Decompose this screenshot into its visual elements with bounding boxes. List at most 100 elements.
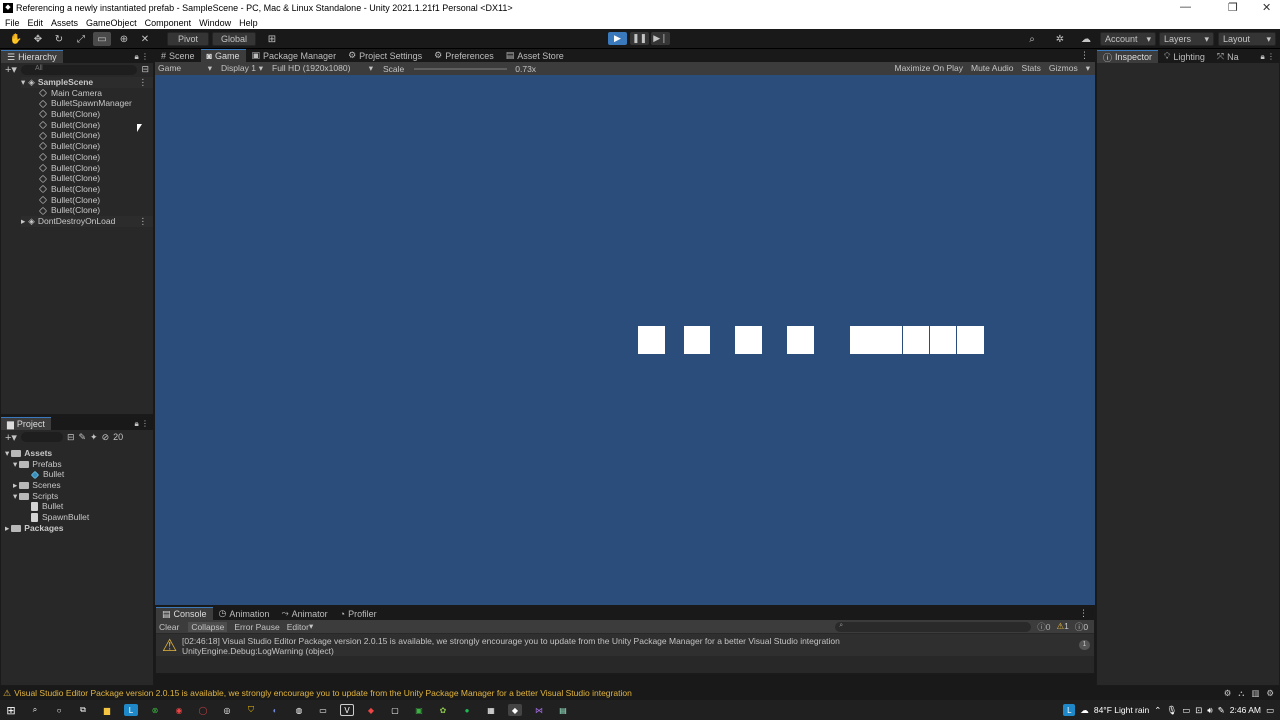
hierarchy-item[interactable]: Bullet(Clone) [38,120,153,131]
bullet-prefab[interactable]: Bullet [5,469,153,480]
transform-tool-icon[interactable]: ⊕ [115,32,133,46]
hierarchy-search-input[interactable]: All [20,64,138,75]
collapse-toggle[interactable]: Collapse [188,621,228,632]
steam-icon[interactable]: ◎ [220,704,234,716]
clock-time[interactable]: 2:46 AM [1230,705,1261,715]
expand-arrow-icon[interactable]: ▸ [21,216,25,227]
game-view[interactable] [155,75,1095,605]
pause-button[interactable]: ❚❚ [630,32,649,45]
network-icon[interactable]: ▭ [1182,705,1190,716]
microphone-icon[interactable]: 🎙︎ [1166,705,1177,716]
stats-toggle[interactable]: Stats [1022,63,1041,74]
expand-arrow-icon[interactable]: ▾ [13,459,17,470]
volume-icon[interactable]: 🔊︎ [1207,705,1212,716]
tab-project[interactable]: ▆ Project [1,417,51,430]
display-icon[interactable]: ⊡ [1195,705,1202,716]
notification-icon[interactable]: ▭ [1266,705,1274,716]
app-tray-icon[interactable]: L [1063,704,1076,716]
clear-button[interactable]: Clear [159,622,179,632]
filter-type-icon[interactable]: ⊟ [67,432,75,443]
spotify-icon[interactable]: ● [460,704,474,716]
app3-icon[interactable]: ▣ [412,704,426,716]
grid-snap-icon[interactable]: ⊞ [263,32,281,46]
bullet-script[interactable]: Bullet [5,501,153,512]
menu-assets[interactable]: Assets [51,18,78,28]
hierarchy-item[interactable]: Bullet(Clone) [38,141,153,152]
discord-icon[interactable]: ◐ [268,704,282,716]
shield-icon[interactable]: ⛉ [244,704,258,716]
error-pause-toggle[interactable]: Error Pause [234,622,279,632]
tab-scene[interactable]: # Scene [155,49,201,62]
hierarchy-item[interactable]: BulletSpawnManager [38,98,153,109]
cloud-icon[interactable]: ☁ [1077,32,1095,46]
maximize-icon[interactable]: ❐ [1228,1,1238,14]
chat-icon[interactable]: ▢ [388,704,402,716]
app-icon[interactable]: L [124,704,138,716]
warning-count-toggle[interactable]: ⚠1 [1057,621,1069,632]
weather-text[interactable]: 84°F Light rain [1094,705,1149,715]
unity-icon[interactable]: ◆ [508,704,522,716]
editor-dropdown[interactable]: Editor [287,622,309,632]
resolution-dropdown[interactable]: Full HD (1920x1080) ▾ [265,63,375,74]
chevron-down-icon[interactable]: ▾ [309,621,313,632]
tab-lighting[interactable]: 💡︎ Lighting [1158,50,1211,63]
chrome-icon[interactable]: ◉ [172,704,186,716]
tab-animation[interactable]: ◷ Animation [213,607,276,620]
lock-icon[interactable]: 🔒︎ ⋮ [135,52,153,62]
rotate-tool-icon[interactable]: ↻ [50,32,68,46]
star-icon[interactable]: ✦ [90,432,98,443]
tab-asset-store[interactable]: ▤ Asset Store [500,49,570,62]
progress-icon[interactable]: ▥ [1251,688,1259,699]
layers-dropdown[interactable]: Layers ▾ [1159,32,1214,46]
tab-package-manager[interactable]: ▣ Package Manager [246,49,343,62]
layout-dropdown[interactable]: Layout ▾ [1218,32,1276,46]
expand-arrow-icon[interactable]: ▸ [13,480,17,491]
expand-arrow-icon[interactable]: ▾ [21,77,25,88]
assets-folder[interactable]: ▾ Assets [5,448,153,459]
lock-icon[interactable]: 🔒︎ ⋮ [1261,52,1279,62]
more-icon[interactable]: ⋮ [139,216,154,227]
tab-inspector[interactable]: ⓘ Inspector [1097,50,1159,63]
notepad-icon[interactable]: ▤ [556,704,570,716]
visual-studio-icon[interactable]: ⋈ [532,704,546,716]
move-tool-icon[interactable]: ✥ [29,32,47,46]
prefabs-folder[interactable]: ▾ Prefabs [5,459,153,470]
hierarchy-item[interactable]: Bullet(Clone) [38,152,153,163]
tab-console[interactable]: ▤ Console [156,607,213,620]
status-message[interactable]: Visual Studio Editor Package version 2.0… [14,688,632,698]
menu-window[interactable]: Window [199,18,231,28]
bake-icon[interactable]: ⚙ [1266,688,1274,699]
mute-audio-toggle[interactable]: Mute Audio [971,63,1014,74]
tab-hierarchy[interactable]: ☰ Hierarchy [1,50,63,63]
pivot-button[interactable]: Pivot [167,32,209,46]
rect-tool-icon[interactable]: ▭ [93,32,111,46]
terminal-icon[interactable]: ▭ [316,704,330,716]
display-dropdown[interactable]: Display 1 ▾ [215,63,265,74]
cortana-icon[interactable]: ○ [52,704,66,716]
console-entry[interactable]: ⚠ [02:46:18] Visual Studio Editor Packag… [156,634,1094,656]
more-icon[interactable]: ⋮ [1079,608,1094,619]
menu-edit[interactable]: Edit [28,18,44,28]
play-button[interactable]: ▶ [608,32,627,45]
scene-row[interactable]: ▾ ◈ SampleScene ⋮ [21,77,153,88]
menu-help[interactable]: Help [239,18,258,28]
app5-icon[interactable]: ▦ [484,704,498,716]
filter-label-icon[interactable]: ✎ [79,432,87,443]
more-icon[interactable]: ⋮ [139,77,154,88]
more-icon[interactable]: ⋮ [1080,50,1095,61]
project-search-input[interactable] [20,432,63,442]
app2-icon[interactable]: ◆ [364,704,378,716]
hierarchy-item[interactable]: Bullet(Clone) [38,205,153,216]
scale-tool-icon[interactable]: ⤢ [72,32,90,46]
task-view-icon[interactable]: ⧉ [76,704,90,716]
tab-animator[interactable]: ⤳ Animator [275,607,333,620]
scenes-folder[interactable]: ▸ Scenes [5,480,153,491]
bug-icon[interactable]: ⚙ [1224,688,1232,699]
hand-tool-icon[interactable]: ✋ [7,32,25,46]
menu-gameobject[interactable]: GameObject [86,18,137,28]
obs-icon[interactable]: ◍ [292,704,306,716]
step-button[interactable]: ▶❘ [651,32,670,45]
dontdestroy-row[interactable]: ▸ ◈ DontDestroyOnLoad ⋮ [21,215,154,227]
custom-tool-icon[interactable]: ✕ [136,32,154,46]
app4-icon[interactable]: ✿ [436,704,450,716]
